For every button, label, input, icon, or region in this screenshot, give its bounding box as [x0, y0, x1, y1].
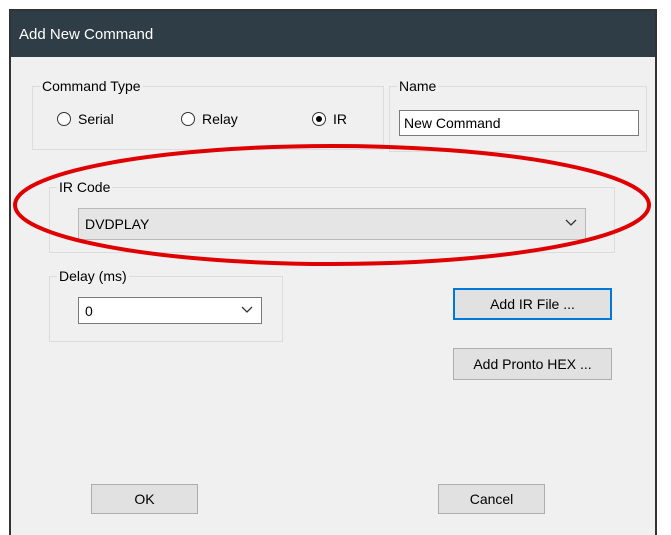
- delay-dropdown[interactable]: 0: [78, 297, 262, 324]
- ir-code-group: IR Code DVDPLAY: [49, 178, 615, 253]
- ir-code-dropdown[interactable]: DVDPLAY: [78, 208, 586, 240]
- radio-serial-label: Serial: [78, 111, 114, 127]
- ir-code-value: DVDPLAY: [85, 216, 150, 232]
- add-new-command-dialog: Add New Command Command Type Serial Rela…: [9, 9, 657, 535]
- delay-group: Delay (ms) 0: [49, 267, 283, 342]
- command-type-label: Command Type: [40, 77, 143, 95]
- chevron-down-icon[interactable]: [565, 219, 577, 227]
- radio-serial-circle[interactable]: [57, 112, 71, 126]
- radio-relay-label: Relay: [202, 111, 238, 127]
- radio-ir-circle[interactable]: [312, 112, 326, 126]
- command-type-group: Command Type Serial Relay IR: [32, 77, 384, 150]
- ok-button[interactable]: OK: [91, 484, 198, 514]
- add-ir-file-button[interactable]: Add IR File ...: [453, 288, 612, 320]
- title-bar: Add New Command: [11, 11, 655, 57]
- ir-code-label: IR Code: [57, 178, 113, 196]
- radio-relay-circle[interactable]: [181, 112, 195, 126]
- radio-ir[interactable]: IR: [312, 111, 347, 127]
- name-field[interactable]: [399, 110, 639, 136]
- cancel-button[interactable]: Cancel: [438, 484, 545, 514]
- radio-relay[interactable]: Relay: [181, 111, 238, 127]
- delay-value: 0: [85, 302, 93, 319]
- name-group: Name: [389, 77, 647, 152]
- name-label: Name: [397, 77, 439, 95]
- add-pronto-hex-button[interactable]: Add Pronto HEX ...: [453, 348, 612, 380]
- delay-label: Delay (ms): [57, 267, 129, 285]
- window-title: Add New Command: [19, 25, 154, 43]
- chevron-down-icon[interactable]: [241, 306, 253, 314]
- radio-serial[interactable]: Serial: [57, 111, 114, 127]
- radio-ir-label: IR: [333, 111, 347, 127]
